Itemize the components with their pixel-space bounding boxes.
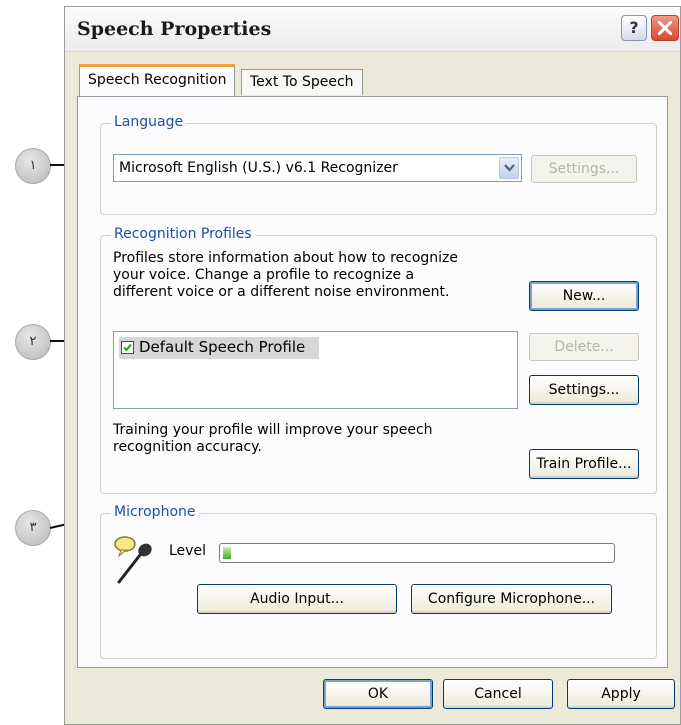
checkmark-icon — [123, 343, 132, 352]
level-meter-fill — [223, 547, 231, 559]
tab-text-to-speech[interactable]: Text To Speech — [241, 69, 363, 95]
speech-properties-window: Speech Properties ? Speech Recognition T… — [64, 6, 681, 725]
window-title: Speech Properties — [77, 18, 272, 40]
profile-checkbox[interactable] — [121, 341, 134, 354]
profiles-description-line-1: Profiles store information about how to … — [113, 250, 459, 266]
help-icon: ? — [629, 18, 639, 37]
language-select[interactable]: Microsoft English (U.S.) v6.1 Recognizer — [113, 154, 522, 182]
profile-label: Default Speech Profile — [139, 338, 306, 356]
close-icon — [658, 21, 672, 35]
profiles-list[interactable]: Default Speech Profile — [113, 331, 518, 409]
callout-2: ٢ — [15, 324, 51, 360]
callout-1: ١ — [15, 148, 51, 184]
tab-panel: Language Microsoft English (U.S.) v6.1 R… — [77, 96, 668, 668]
callout-1-label: ١ — [29, 158, 37, 173]
dropdown-button[interactable] — [499, 157, 519, 179]
language-settings-button[interactable]: Settings... — [531, 155, 637, 183]
callout-3: ٣ — [15, 510, 51, 546]
profile-settings-button[interactable]: Settings... — [529, 375, 639, 405]
close-button[interactable] — [651, 15, 679, 41]
chevron-down-icon — [504, 164, 515, 172]
microphone-icon — [114, 536, 152, 584]
train-profile-button[interactable]: Train Profile... — [529, 449, 639, 479]
tab-speech-recognition[interactable]: Speech Recognition — [79, 64, 236, 96]
training-text-line-2: recognition accuracy. — [113, 439, 262, 455]
language-group: Language Microsoft English (U.S.) v6.1 R… — [100, 114, 657, 215]
callout-3-label: ٣ — [29, 520, 37, 535]
microphone-group: Microphone Level Audio Input... Configur… — [100, 504, 657, 659]
ok-button[interactable]: OK — [323, 679, 433, 709]
help-button[interactable]: ? — [621, 15, 647, 41]
delete-profile-button[interactable]: Delete... — [529, 333, 639, 361]
microphone-legend: Microphone — [111, 504, 199, 520]
language-legend: Language — [111, 114, 187, 130]
new-profile-button[interactable]: New... — [529, 281, 639, 311]
profiles-description-line-3: different voice or a different noise env… — [113, 284, 450, 300]
title-bar[interactable]: Speech Properties ? — [65, 7, 680, 52]
training-text-line-1: Training your profile will improve your … — [113, 422, 433, 438]
profiles-description-line-2: your voice. Change a profile to recogniz… — [113, 267, 415, 283]
apply-button[interactable]: Apply — [567, 679, 675, 709]
audio-input-button[interactable]: Audio Input... — [197, 584, 397, 614]
level-label: Level — [169, 543, 206, 559]
configure-microphone-button[interactable]: Configure Microphone... — [411, 584, 612, 614]
recognition-profiles-legend: Recognition Profiles — [111, 226, 255, 242]
callout-2-label: ٢ — [29, 334, 37, 349]
list-item[interactable]: Default Speech Profile — [119, 337, 319, 359]
level-meter — [219, 543, 615, 563]
cancel-button[interactable]: Cancel — [443, 679, 553, 709]
language-select-value: Microsoft English (U.S.) v6.1 Recognizer — [119, 160, 398, 176]
recognition-profiles-group: Recognition Profiles Profiles store info… — [100, 226, 657, 494]
